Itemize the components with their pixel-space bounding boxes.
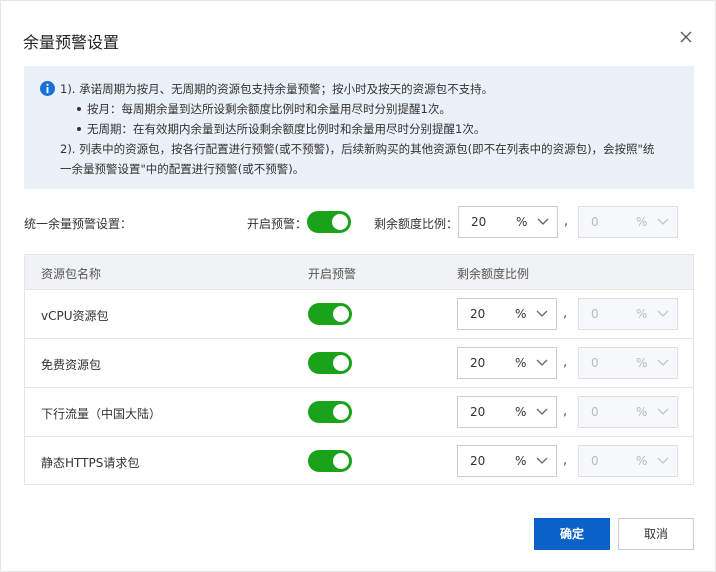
unified-ratio-select-2: 0 % [578, 206, 678, 238]
row-ratio-select-2: 0 % [578, 347, 678, 379]
select-value: 0 [591, 405, 599, 419]
chevron-down-icon [536, 359, 548, 366]
toggle-knob [333, 355, 349, 371]
select-value: 20 [470, 356, 486, 370]
select-value: 20 [471, 215, 487, 229]
header-remaining-ratio: 剩余额度比例 [457, 267, 530, 281]
separator-comma: , [564, 214, 569, 229]
select-unit: % [515, 405, 527, 419]
select-value: 20 [470, 454, 486, 468]
select-unit: % [515, 307, 527, 321]
bullet-dot [77, 106, 81, 111]
select-value: 20 [470, 307, 486, 321]
unified-ratio-label: 剩余额度比例： [374, 217, 459, 231]
info-bullet-1-text: 按月：每周期余量到达所设剩余额度比例时和余量用尽时分别提醒1次。 [87, 102, 451, 116]
select-value: 20 [470, 405, 486, 419]
select-unit: % [636, 405, 648, 419]
alert-settings-dialog: 余量预警设置 1). 承诺周期为按月、无周期的资源包支持余量预警；按小时及按天的… [0, 0, 716, 572]
select-unit: % [515, 454, 527, 468]
table-row: 静态HTTPS请求包 20 % , 0 % [25, 437, 693, 486]
unified-settings-label: 统一余量预警设置： [24, 217, 133, 231]
select-value: 0 [591, 356, 599, 370]
row-ratio-select-1[interactable]: 20 % [457, 396, 557, 428]
resource-package-table: 资源包名称 开启预警 剩余额度比例 vCPU资源包 20 % , 0 % 免费资… [24, 254, 694, 485]
header-package-name: 资源包名称 [41, 267, 102, 281]
info-line-1: 1). 承诺周期为按月、无周期的资源包支持余量预警；按小时及按天的资源包不支持。 [60, 82, 494, 96]
chevron-down-icon [657, 310, 669, 317]
select-unit: % [516, 215, 528, 229]
select-unit: % [636, 454, 648, 468]
info-icon [40, 81, 55, 96]
unified-ratio-select-1[interactable]: 20 % [458, 206, 558, 238]
separator-comma: , [563, 306, 568, 321]
select-unit: % [515, 356, 527, 370]
chevron-down-icon [657, 218, 669, 225]
separator-comma: , [563, 355, 568, 370]
row-alert-toggle[interactable] [308, 352, 352, 374]
row-ratio-select-2: 0 % [578, 298, 678, 330]
select-value: 0 [591, 307, 599, 321]
chevron-down-icon [536, 408, 548, 415]
toggle-knob [332, 214, 348, 230]
info-bullet-2-text: 无周期：在有效期内余量到达所设剩余额度比例时和余量用尽时分别提醒1次。 [87, 122, 486, 136]
select-unit: % [636, 307, 648, 321]
separator-comma: , [563, 404, 568, 419]
header-enable-alert: 开启预警 [308, 267, 357, 281]
chevron-down-icon [657, 359, 669, 366]
package-name: 静态HTTPS请求包 [41, 456, 140, 470]
select-value: 0 [591, 454, 599, 468]
chevron-down-icon [657, 408, 669, 415]
chevron-down-icon [536, 457, 548, 464]
info-notice: 1). 承诺周期为按月、无周期的资源包支持余量预警；按小时及按天的资源包不支持。… [24, 66, 694, 189]
toggle-knob [333, 404, 349, 420]
table-row: 免费资源包 20 % , 0 % [25, 339, 693, 388]
table-row: vCPU资源包 20 % , 0 % [25, 290, 693, 339]
row-ratio-select-1[interactable]: 20 % [457, 445, 557, 477]
package-name: 免费资源包 [41, 358, 102, 372]
package-name: vCPU资源包 [41, 309, 109, 323]
select-value: 0 [591, 215, 599, 229]
toggle-knob [333, 453, 349, 469]
select-unit: % [636, 356, 648, 370]
row-ratio-select-2: 0 % [578, 396, 678, 428]
row-alert-toggle[interactable] [308, 450, 352, 472]
row-alert-toggle[interactable] [308, 401, 352, 423]
bullet-dot [77, 126, 81, 131]
select-unit: % [636, 215, 648, 229]
confirm-button[interactable]: 确定 [534, 518, 610, 550]
table-row: 下行流量（中国大陆） 20 % , 0 % [25, 388, 693, 437]
package-name: 下行流量（中国大陆） [41, 407, 162, 421]
info-bullet-1: 按月：每周期余量到达所设剩余额度比例时和余量用尽时分别提醒1次。 [77, 102, 451, 116]
unified-enable-label: 开启预警： [247, 217, 308, 231]
row-ratio-select-1[interactable]: 20 % [457, 347, 557, 379]
info-line-2a: 2). 列表中的资源包，按各行配置进行预警(或不预警)，后续新购买的其他资源包(… [60, 142, 655, 156]
row-ratio-select-2: 0 % [578, 445, 678, 477]
info-bullet-2: 无周期：在有效期内余量到达所设剩余额度比例时和余量用尽时分别提醒1次。 [77, 122, 485, 136]
separator-comma: , [563, 453, 568, 468]
row-ratio-select-1[interactable]: 20 % [457, 298, 557, 330]
row-alert-toggle[interactable] [308, 303, 352, 325]
toggle-knob [333, 306, 349, 322]
dialog-title: 余量预警设置 [23, 33, 120, 52]
chevron-down-icon [657, 457, 669, 464]
chevron-down-icon [537, 218, 549, 225]
chevron-down-icon [536, 310, 548, 317]
close-icon[interactable] [679, 30, 693, 44]
unified-alert-toggle[interactable] [307, 211, 351, 233]
table-header: 资源包名称 开启预警 剩余额度比例 [25, 255, 693, 290]
info-line-2b: 一余量预警设置"中的配置进行预警(或不预警)。 [60, 162, 305, 176]
cancel-button[interactable]: 取消 [618, 518, 694, 550]
